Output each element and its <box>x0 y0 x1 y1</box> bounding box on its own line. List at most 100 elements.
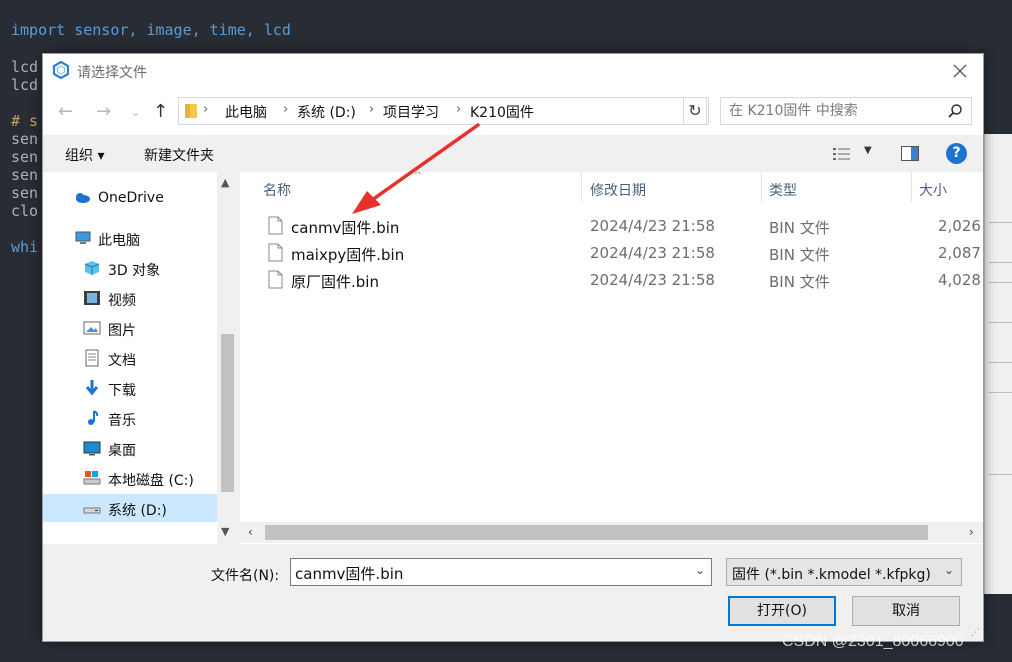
column-header-type[interactable]: 类型 <box>769 180 797 200</box>
close-button[interactable] <box>937 54 983 87</box>
sidebar-item-music[interactable]: 音乐 <box>43 404 217 432</box>
breadcrumb-item[interactable]: 项目学习 <box>383 102 439 122</box>
file-row[interactable]: canmv固件.bin 2024/4/23 21:58 BIN 文件 2,026 <box>240 213 983 239</box>
chevron-down-icon[interactable]: ⌄ <box>695 563 705 577</box>
file-list: 名称 ^ 修改日期 类型 大小 canmv固件.bin 2024/4/23 21… <box>240 172 983 544</box>
refresh-icon: ↻ <box>688 101 702 120</box>
code-comment: # s <box>11 112 39 130</box>
up-arrow-icon[interactable]: ↑ <box>153 101 168 122</box>
breadcrumb-item[interactable]: 系统 (D:) <box>297 102 356 122</box>
app-icon <box>52 61 70 79</box>
code-line: lcd <box>11 58 39 76</box>
navigation-pane: OneDrive 此电脑 3D 对象 视频 图片 文档 下载 音乐 桌面 本地磁… <box>43 172 238 544</box>
watermark: CSDN @2301_80066900 <box>782 633 964 650</box>
view-dropdown-icon[interactable]: ▼ <box>864 145 872 156</box>
desktop-icon <box>83 441 101 456</box>
file-size: 2,026 <box>938 217 981 235</box>
preview-pane-icon[interactable] <box>901 146 919 161</box>
sidebar-item-system-d[interactable]: 系统 (D:) <box>43 494 217 522</box>
chevron-down-icon[interactable]: ▼ <box>221 525 229 538</box>
scrollbar-thumb[interactable] <box>221 334 234 492</box>
file-type: BIN 文件 <box>769 246 830 264</box>
dialog-title: 请选择文件 <box>77 65 147 81</box>
sidebar-scrollbar[interactable]: ▲ ▼ <box>217 172 238 544</box>
music-icon <box>88 410 99 425</box>
background-window-edge <box>984 134 1012 594</box>
back-arrow-icon[interactable]: ← <box>58 101 73 122</box>
file-type: BIN 文件 <box>769 273 830 291</box>
recent-locations-icon[interactable]: ⌄ <box>131 106 140 119</box>
column-header-size[interactable]: 大小 <box>919 180 947 200</box>
forward-arrow-icon[interactable]: → <box>96 101 111 122</box>
file-open-dialog: 请选择文件 ← → ⌄ ↑ › 此电脑 › 系统 (D:) › 项目学习 › K… <box>42 53 984 642</box>
sidebar-item-this-pc[interactable]: 此电脑 <box>43 224 217 252</box>
sidebar-item-pictures[interactable]: 图片 <box>43 314 217 342</box>
file-icon <box>268 243 283 262</box>
navigation-bar: ← → ⌄ ↑ › 此电脑 › 系统 (D:) › 项目学习 › K210固件 … <box>43 87 983 135</box>
open-button[interactable]: 打开(O) <box>728 596 836 626</box>
dialog-titlebar: 请选择文件 <box>43 54 983 87</box>
code-line: sen <box>11 130 39 148</box>
chevron-down-icon: ⌄ <box>943 563 954 577</box>
breadcrumb-item[interactable]: 此电脑 <box>225 102 267 122</box>
chevron-right-icon[interactable]: › <box>969 525 974 539</box>
column-header-name[interactable]: 名称 <box>263 180 291 200</box>
dialog-footer: 文件名(N): canmv固件.bin ⌄ 固件 (*.bin *.kmodel… <box>43 544 983 641</box>
onedrive-icon <box>76 193 90 203</box>
resize-grip-icon[interactable]: ⋰ <box>971 628 980 638</box>
search-box[interactable] <box>720 97 972 125</box>
drive-icon <box>83 471 101 485</box>
search-icon <box>948 104 962 118</box>
new-folder-button[interactable]: 新建文件夹 <box>144 145 214 165</box>
file-modified: 2024/4/23 21:58 <box>590 217 715 235</box>
file-row[interactable]: 原厂固件.bin 2024/4/23 21:58 BIN 文件 4,028 <box>240 267 983 293</box>
3d-objects-icon <box>84 261 100 275</box>
organize-menu[interactable]: 组织 ▾ <box>65 145 104 165</box>
drive-icon <box>83 507 101 514</box>
chevron-left-icon[interactable]: ‹ <box>248 525 253 539</box>
code-line: lcd <box>11 76 39 94</box>
sidebar-item-local-disk-c[interactable]: 本地磁盘 (C:) <box>43 464 217 492</box>
breadcrumb-item[interactable]: K210固件 <box>470 102 534 122</box>
view-options-icon[interactable] <box>833 147 851 161</box>
close-icon <box>953 64 967 77</box>
download-icon <box>85 380 99 396</box>
filename-input[interactable]: canmv固件.bin ⌄ <box>290 558 712 586</box>
code-line: clo <box>11 202 39 220</box>
search-input[interactable] <box>727 102 941 120</box>
code-line: sen <box>11 184 39 202</box>
chevron-up-icon[interactable]: ▲ <box>221 176 229 189</box>
help-icon[interactable]: ? <box>946 143 967 164</box>
code-line: sen <box>11 166 39 184</box>
column-header-modified[interactable]: 修改日期 <box>590 180 646 200</box>
horizontal-scrollbar[interactable]: ‹ › <box>240 522 983 543</box>
sidebar-item-desktop[interactable]: 桌面 <box>43 434 217 462</box>
file-size: 2,087 <box>938 244 981 262</box>
file-name: canmv固件.bin <box>291 219 400 237</box>
file-type: BIN 文件 <box>769 219 830 237</box>
sidebar-item-downloads[interactable]: 下载 <box>43 374 217 402</box>
code-line: sen <box>11 148 39 166</box>
sidebar-item-3d-objects[interactable]: 3D 对象 <box>43 254 217 282</box>
file-icon <box>268 216 283 235</box>
file-name: 原厂固件.bin <box>291 273 379 291</box>
sidebar-item-videos[interactable]: 视频 <box>43 284 217 312</box>
sidebar-item-documents[interactable]: 文档 <box>43 344 217 372</box>
file-name: maixpy固件.bin <box>291 246 405 264</box>
file-modified: 2024/4/23 21:58 <box>590 244 715 262</box>
file-icon <box>268 270 283 289</box>
file-row[interactable]: maixpy固件.bin 2024/4/23 21:58 BIN 文件 2,08… <box>240 240 983 266</box>
command-toolbar: 组织 ▾ 新建文件夹 ▼ ? <box>43 135 983 173</box>
sort-ascending-icon: ^ <box>413 172 423 182</box>
refresh-button[interactable]: ↻ <box>683 97 707 125</box>
cancel-button[interactable]: 取消 <box>852 596 960 626</box>
file-modified: 2024/4/23 21:58 <box>590 271 715 289</box>
computer-icon <box>75 231 91 244</box>
filetype-select[interactable]: 固件 (*.bin *.kmodel *.kfpkg) ⌄ <box>726 558 962 586</box>
code-line: whi <box>11 238 39 256</box>
folder-icon <box>185 104 197 118</box>
sidebar-item-onedrive[interactable]: OneDrive <box>43 184 217 212</box>
scrollbar-thumb[interactable] <box>265 525 928 540</box>
file-size: 4,028 <box>938 271 981 289</box>
address-bar[interactable]: › 此电脑 › 系统 (D:) › 项目学习 › K210固件 ⌄ <box>178 97 709 125</box>
